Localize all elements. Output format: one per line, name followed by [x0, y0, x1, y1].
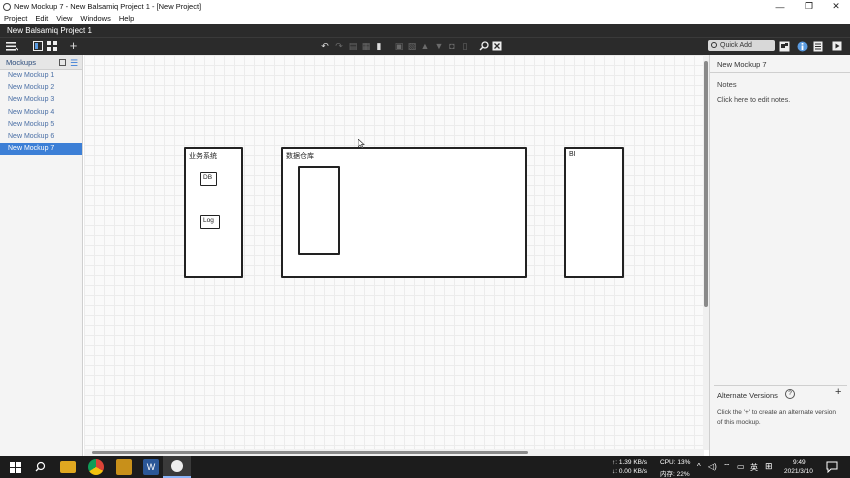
balsamiq-app-icon	[3, 2, 11, 11]
mockups-panel: Mockups ☰ New Mockup 1 New Mockup 2 New …	[0, 55, 83, 456]
hamburger-menu-icon[interactable]	[6, 41, 21, 52]
memory-usage: 内存: 22%	[660, 471, 690, 478]
ungroup-icon[interactable]: ▧	[407, 41, 417, 52]
help-icon[interactable]: ?	[785, 389, 795, 399]
menu-project[interactable]: Project	[4, 14, 27, 23]
thumbnail-view-icon[interactable]	[59, 59, 66, 66]
file-explorer-icon[interactable]	[60, 461, 76, 473]
project-bar: New Balsamiq Project 1	[0, 24, 850, 37]
send-back-icon[interactable]: ▼	[434, 41, 444, 52]
mockup-item-3[interactable]: New Mockup 3	[0, 94, 82, 106]
network-upload: ↑: 1.39 KB/s	[612, 459, 648, 466]
log-box[interactable]: Log	[200, 215, 220, 229]
mouse-cursor-icon	[358, 139, 365, 149]
db-box[interactable]: DB	[200, 172, 217, 186]
minimize-button[interactable]: —	[766, 0, 794, 13]
trash-icon[interactable]: ▯	[460, 41, 470, 52]
menu-edit[interactable]: Edit	[35, 14, 48, 23]
mockup-item-7-selected[interactable]: New Mockup 7	[0, 143, 82, 156]
keyboard-icon[interactable]: ⊞	[765, 461, 773, 472]
chrome-icon[interactable]	[88, 459, 104, 475]
balsamiq-icon	[171, 460, 183, 472]
sublime-text-icon[interactable]	[116, 459, 132, 475]
network-download: ↓: 0.00 KB/s	[612, 468, 648, 475]
info-icon[interactable]	[797, 41, 808, 52]
single-view-icon[interactable]	[33, 41, 43, 52]
redo-icon[interactable]: ↷	[334, 41, 344, 52]
data-warehouse-label: 数据仓库	[286, 153, 314, 160]
bring-front-icon[interactable]: ▲	[420, 41, 430, 52]
mockup-canvas[interactable]: 业务系统 DB Log 数据仓库 BI	[84, 55, 704, 450]
mockups-panel-header: Mockups ☰	[0, 55, 82, 70]
inner-rectangle[interactable]	[298, 166, 340, 255]
clock-date[interactable]: 2021/3/10	[784, 468, 813, 475]
bi-label: BI	[569, 151, 576, 158]
cpu-usage: CPU: 13%	[660, 459, 691, 466]
add-alternate-version-button[interactable]: +	[835, 386, 841, 398]
wifi-icon[interactable]: ⌔	[723, 462, 731, 472]
lock-icon[interactable]: ◘	[447, 41, 457, 52]
horizontal-scrollbar[interactable]	[84, 449, 704, 456]
delete-icon[interactable]: ▮	[374, 41, 384, 52]
zoom-icon[interactable]	[479, 41, 489, 52]
data-warehouse-box[interactable]: 数据仓库	[281, 147, 527, 278]
properties-panel: New Mockup 7 Notes Click here to edit no…	[709, 55, 850, 456]
notes-icon[interactable]	[813, 41, 823, 52]
divider	[714, 385, 847, 386]
clock-time[interactable]: 9:49	[793, 459, 806, 466]
vertical-scroll-thumb[interactable]	[704, 61, 708, 307]
business-system-label: 业务系统	[189, 153, 217, 160]
play-icon[interactable]	[832, 41, 842, 52]
edit-notes-link[interactable]: Click here to edit notes.	[717, 97, 790, 104]
mockup-item-4[interactable]: New Mockup 4	[0, 107, 82, 119]
maximize-button[interactable]: ❐	[795, 0, 823, 13]
mockup-name-field[interactable]: New Mockup 7	[717, 60, 767, 69]
battery-icon[interactable]: ▭	[737, 462, 745, 471]
presentation-icon[interactable]	[779, 41, 790, 52]
bi-box[interactable]: BI	[564, 147, 624, 278]
notification-icon[interactable]	[826, 461, 838, 473]
windows-taskbar: W ↑: 1.39 KB/s ↓: 0.00 KB/s CPU: 13% 内存:…	[0, 456, 850, 478]
mockup-item-5[interactable]: New Mockup 5	[0, 119, 82, 131]
copy-icon[interactable]: ▤	[348, 41, 358, 52]
window-title: New Mockup 7 - New Balsamiq Project 1 - …	[14, 2, 202, 11]
list-view-icon[interactable]: ☰	[70, 56, 78, 71]
divider	[710, 72, 850, 73]
search-icon	[711, 42, 717, 48]
undo-icon[interactable]: ↶	[320, 41, 330, 52]
grid-view-icon[interactable]	[47, 41, 57, 52]
fullscreen-icon[interactable]	[492, 41, 502, 52]
duplicate-icon[interactable]: ▦	[361, 41, 371, 52]
db-label: DB	[203, 174, 213, 181]
menu-help[interactable]: Help	[119, 14, 134, 23]
menu-windows[interactable]: Windows	[80, 14, 110, 23]
windows-start-icon[interactable]	[8, 459, 24, 475]
volume-icon[interactable]: ◁)	[708, 462, 717, 471]
alternate-versions-description: Click the '+' to create an alternate ver…	[717, 409, 837, 426]
log-label: Log	[203, 217, 214, 224]
tray-chevron-icon[interactable]: ^	[697, 462, 701, 471]
add-mockup-icon[interactable]: +	[68, 39, 79, 52]
group-icon[interactable]: ▣	[394, 41, 404, 52]
window-titlebar: New Mockup 7 - New Balsamiq Project 1 - …	[0, 0, 850, 13]
quick-add-placeholder: Quick Add	[720, 42, 752, 49]
menu-bar: Project Edit View Windows Help	[0, 13, 850, 24]
project-name: New Balsamiq Project 1	[7, 26, 92, 35]
alternate-versions-heading: Alternate Versions	[717, 391, 778, 400]
menu-view[interactable]: View	[56, 14, 72, 23]
mockup-item-2[interactable]: New Mockup 2	[0, 82, 82, 94]
balsamiq-taskbar-button[interactable]	[163, 456, 191, 478]
notes-heading: Notes	[717, 80, 737, 89]
search-icon[interactable]	[33, 459, 49, 475]
word-icon[interactable]: W	[143, 459, 159, 475]
ime-indicator[interactable]: 英	[750, 462, 758, 473]
quick-add-input[interactable]: Quick Add	[708, 40, 775, 51]
horizontal-scroll-thumb[interactable]	[92, 451, 528, 454]
mockup-item-6[interactable]: New Mockup 6	[0, 131, 82, 143]
mockup-item-1[interactable]: New Mockup 1	[0, 70, 82, 82]
close-button[interactable]: ✕	[822, 0, 850, 13]
business-system-box[interactable]: 业务系统 DB Log	[184, 147, 243, 278]
mockups-heading: Mockups	[6, 58, 37, 67]
